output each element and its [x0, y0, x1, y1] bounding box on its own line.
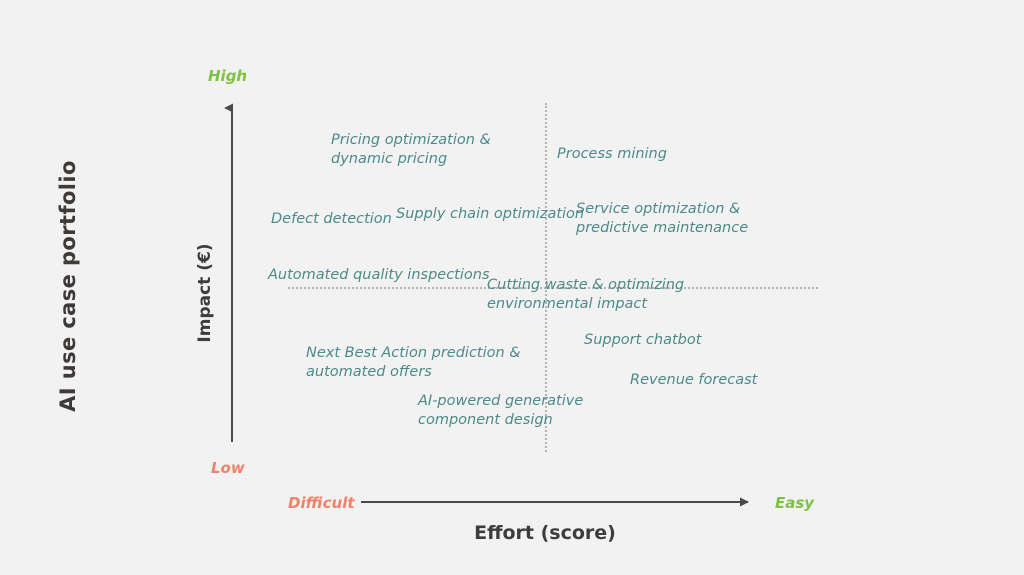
chart-canvas: AI use case portfolio Impact (€) Effort … [0, 0, 1024, 575]
use-case-supply-chain-optimization[interactable]: Supply chain optimization [396, 205, 584, 224]
y-axis-title: Impact (€) [195, 243, 215, 343]
use-case-pricing-optimization[interactable]: Pricing optimization & dynamic pricing [331, 131, 491, 169]
use-case-support-chatbot[interactable]: Support chatbot [584, 331, 701, 350]
use-case-service-optimization[interactable]: Service optimization & predictive mainte… [576, 200, 748, 238]
x-axis-easy-label: Easy [775, 494, 815, 512]
use-case-automated-quality-inspections[interactable]: Automated quality inspections [268, 266, 490, 285]
y-axis-high-label: High [208, 67, 248, 85]
use-case-cutting-waste[interactable]: Cutting waste & optimizing environmental… [487, 276, 684, 314]
use-case-process-mining[interactable]: Process mining [557, 145, 667, 164]
use-case-next-best-action[interactable]: Next Best Action prediction & automated … [306, 344, 521, 382]
x-axis-difficult-label: Difficult [288, 494, 355, 512]
use-case-defect-detection[interactable]: Defect detection [271, 210, 392, 229]
use-case-revenue-forecast[interactable]: Revenue forecast [630, 371, 757, 390]
y-axis-low-label: Low [211, 459, 245, 477]
use-case-generative-component-design[interactable]: AI-powered generative component design [418, 392, 583, 430]
page-title: AI use case portfolio [56, 160, 80, 412]
x-axis-title: Effort (score) [474, 522, 616, 544]
